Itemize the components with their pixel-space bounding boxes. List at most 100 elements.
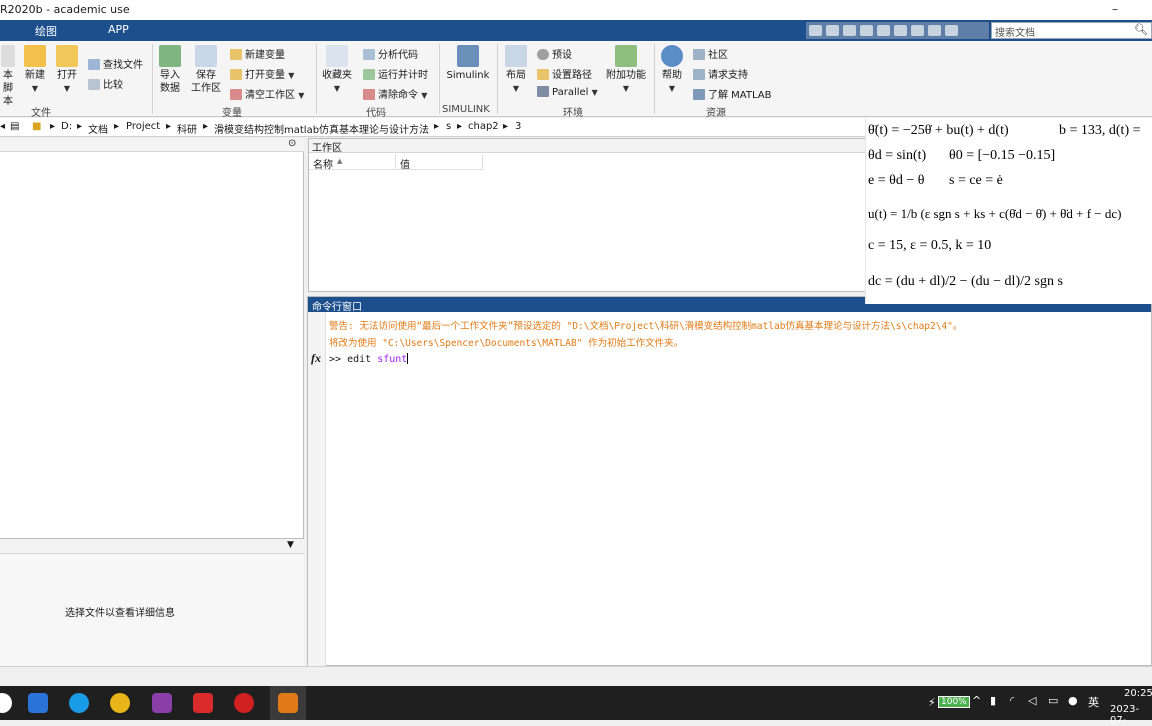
column-value[interactable]: 值 xyxy=(400,156,410,171)
tab-plots[interactable]: 绘图 xyxy=(35,23,57,39)
clear-workspace-button[interactable]: 清空工作区 ▼ xyxy=(230,86,304,101)
breadcrumb-item[interactable]: 文档 xyxy=(88,121,108,136)
speaker-icon[interactable]: ◁ xyxy=(1028,694,1036,707)
mic-icon[interactable]: ▮ xyxy=(990,694,996,707)
doc-search-box[interactable]: 搜索文档 🔍︎ xyxy=(991,22,1152,39)
gear-icon xyxy=(537,49,549,60)
current-folder-panel[interactable] xyxy=(0,138,304,538)
window-title: R2020b - academic use xyxy=(0,3,130,16)
open-variable-button[interactable]: 打开变量 ▼ xyxy=(230,66,294,81)
quick-access-toolbar xyxy=(806,22,989,39)
import-data-button[interactable]: 导入 数据 xyxy=(157,45,183,95)
group-divider xyxy=(654,44,655,114)
save-workspace-button[interactable]: 保存 工作区 xyxy=(189,45,223,95)
analyze-code-button[interactable]: 分析代码 xyxy=(363,46,418,61)
clear-commands-button[interactable]: 清除命令 ▼ xyxy=(363,86,427,101)
new-script-button[interactable]: 本 脚本 xyxy=(0,45,16,108)
find-files-label: 查找文件 xyxy=(103,60,143,71)
compare-button[interactable]: 比较 xyxy=(88,76,123,91)
breadcrumb-sep: ▸ xyxy=(434,121,440,132)
up-folder-icon[interactable]: ▤ xyxy=(10,121,19,132)
breadcrumb-item[interactable]: chap2 xyxy=(468,121,499,132)
learn-matlab-button[interactable]: 了解 MATLAB xyxy=(693,86,771,101)
layout-button[interactable]: 布局 ▼ xyxy=(503,45,529,95)
power-icon[interactable]: ⚡ xyxy=(928,696,936,709)
chevron-up-icon[interactable]: ^ xyxy=(972,694,981,707)
paste-icon[interactable] xyxy=(860,25,873,36)
add-ons-icon xyxy=(615,45,637,67)
search-icon[interactable] xyxy=(0,693,12,713)
sort-ascending-icon[interactable]: ▲ xyxy=(337,157,342,165)
copy-icon[interactable] xyxy=(843,25,856,36)
preferences-button[interactable]: 预设 xyxy=(537,46,572,61)
request-support-button[interactable]: 请求支持 xyxy=(693,66,748,81)
undo-icon[interactable] xyxy=(877,25,890,36)
formula-line: c = 15, ε = 0.5, k = 10 xyxy=(868,238,992,253)
pdf-app-icon[interactable] xyxy=(152,693,172,713)
set-path-label: 设置路径 xyxy=(552,70,592,81)
import-label: 导入 xyxy=(160,70,180,81)
open-button[interactable]: 打开 ▼ xyxy=(54,45,80,95)
chevron-down-icon[interactable]: ▼ xyxy=(287,540,294,550)
status-bar xyxy=(0,666,1152,686)
chevron-down-icon: ▼ xyxy=(622,84,630,93)
command-input-line[interactable]: >> edit sfunt xyxy=(329,353,409,365)
record-icon[interactable] xyxy=(234,693,254,713)
redo-icon[interactable] xyxy=(894,25,907,36)
help-button[interactable]: 帮助 ▼ xyxy=(659,45,685,95)
breadcrumb-item[interactable]: 滑模变结构控制matlab仿真基本理论与设计方法 xyxy=(214,121,429,136)
parallel-button[interactable]: Parallel ▼ xyxy=(537,86,598,98)
column-name[interactable]: 名称 xyxy=(313,156,333,171)
clock-date[interactable]: 2023-07- xyxy=(1110,704,1152,726)
add-ons-button[interactable]: 附加功能 ▼ xyxy=(604,45,648,95)
column-divider[interactable] xyxy=(482,154,483,170)
minimize-button[interactable]: – xyxy=(1112,2,1118,16)
layout-label: 布局 xyxy=(506,70,526,81)
run-and-time-button[interactable]: 运行并计时 xyxy=(363,66,428,81)
back-icon[interactable]: ◂ xyxy=(0,121,5,132)
cut-icon[interactable] xyxy=(826,25,839,36)
chrome-icon[interactable] xyxy=(110,693,130,713)
app-icon[interactable] xyxy=(193,693,213,713)
search-icon[interactable]: 🔍︎ xyxy=(1134,23,1148,36)
simulink-button[interactable]: Simulink xyxy=(444,45,492,82)
favorites-button[interactable]: 收藏夹 ▼ xyxy=(320,45,354,95)
column-divider[interactable] xyxy=(395,154,396,170)
tab-apps[interactable]: APP xyxy=(108,23,129,36)
battery-indicator[interactable]: 100% xyxy=(938,696,970,708)
panel-menu-icon[interactable]: ⊙ xyxy=(288,138,296,149)
function-browser-icon[interactable]: fx xyxy=(311,351,321,366)
command-window[interactable]: 命令行窗口 fx 警告: 无法访问使用“最后一个工作文件夹”预设选定的 "D:\… xyxy=(307,296,1152,666)
community-button[interactable]: 社区 xyxy=(693,46,728,61)
help-icon[interactable] xyxy=(928,25,941,36)
favorites-label: 收藏夹 xyxy=(322,70,352,81)
new-button[interactable]: 新建 ▼ xyxy=(22,45,48,95)
breadcrumb-item[interactable]: D: xyxy=(61,121,72,132)
breadcrumb-item[interactable]: 3 xyxy=(515,121,521,132)
dropdown-icon[interactable] xyxy=(945,25,958,36)
find-files-button[interactable]: 查找文件 xyxy=(88,56,143,71)
save-icon[interactable] xyxy=(809,25,822,36)
edge-icon[interactable] xyxy=(69,693,89,713)
command-argument: sfunt xyxy=(377,354,408,365)
chevron-down-icon: ▼ xyxy=(668,84,676,93)
breadcrumb-item[interactable]: Project xyxy=(126,121,160,132)
formula-line: θ0 = [−0.15 −0.15] xyxy=(949,148,1056,163)
details-placeholder: 选择文件以查看详细信息 xyxy=(65,608,175,619)
open-variable-label: 打开变量 xyxy=(245,70,285,81)
pen-icon[interactable]: ▭ xyxy=(1048,694,1058,707)
ime-indicator[interactable]: 英 xyxy=(1088,694,1099,710)
switch-windows-icon[interactable] xyxy=(911,25,924,36)
breadcrumb-sep: ▸ xyxy=(50,121,56,132)
wifi-icon[interactable]: ◜ xyxy=(1010,694,1014,707)
breadcrumb-item[interactable]: 科研 xyxy=(177,121,197,136)
chevron-down-icon: ▼ xyxy=(512,84,520,93)
app-icon[interactable] xyxy=(28,693,48,713)
command-gutter: fx xyxy=(308,312,326,666)
new-variable-button[interactable]: 新建变量 xyxy=(230,46,285,61)
star-icon xyxy=(326,45,348,67)
clock-time[interactable]: 20:25 xyxy=(1124,688,1152,699)
wechat-icon[interactable]: ● xyxy=(1068,694,1078,707)
set-path-button[interactable]: 设置路径 xyxy=(537,66,592,81)
breadcrumb-item[interactable]: s xyxy=(446,121,451,132)
